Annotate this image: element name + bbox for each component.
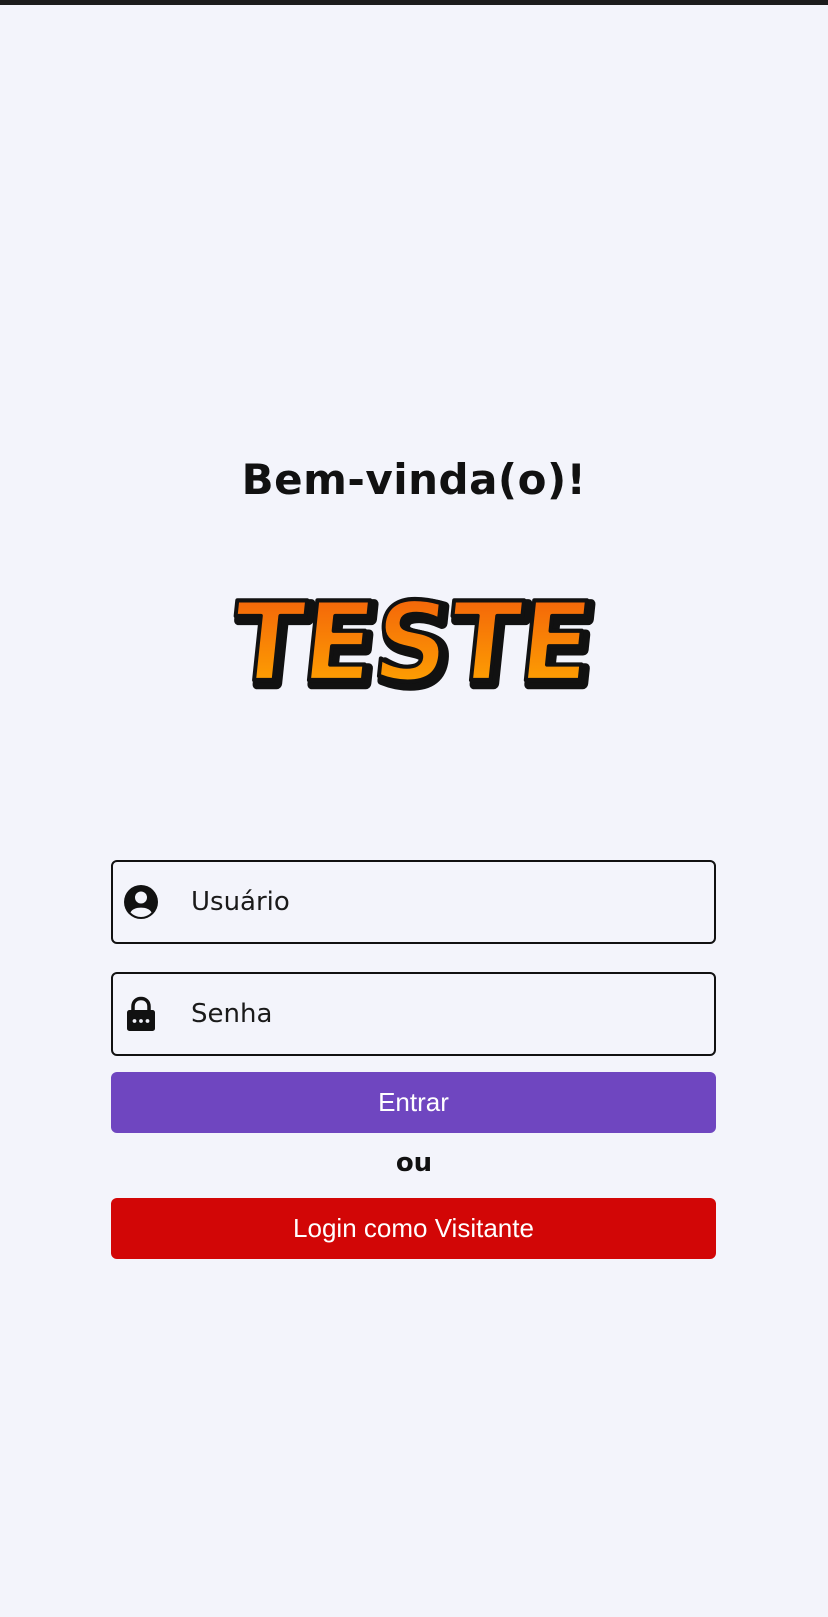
password-field[interactable] [111, 972, 716, 1056]
status-bar-strip [0, 0, 828, 5]
password-input[interactable] [191, 974, 701, 1054]
username-field[interactable] [111, 860, 716, 944]
lock-icon [127, 996, 155, 1031]
username-input[interactable] [191, 862, 701, 942]
person-icon [124, 885, 158, 919]
teste-logo: TESTE TESTE [224, 578, 607, 698]
welcome-title: Bem-vinda(o)! [241, 455, 587, 504]
logo-text: TESTE [226, 580, 598, 698]
enter-button[interactable]: Entrar [111, 1072, 716, 1133]
guest-login-button[interactable]: Login como Visitante [111, 1198, 716, 1259]
or-separator: ou [395, 1148, 433, 1178]
